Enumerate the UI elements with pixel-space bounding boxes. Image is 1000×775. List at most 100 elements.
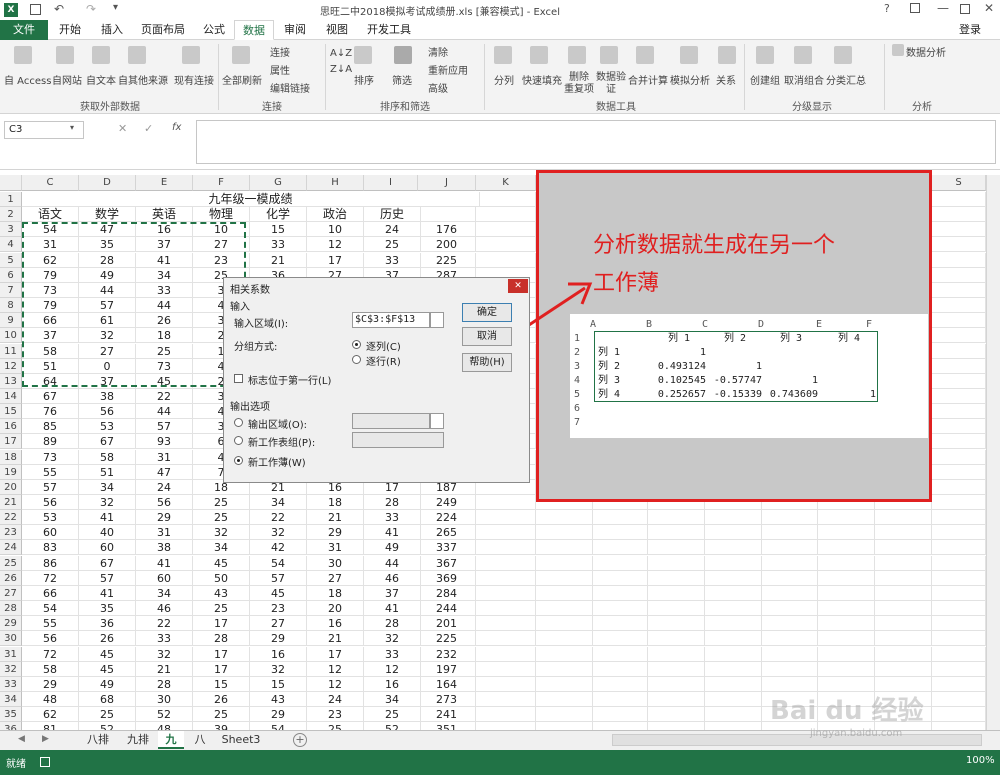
- empty-cell[interactable]: [875, 585, 932, 601]
- empty-cell[interactable]: [476, 707, 536, 723]
- data-validation-button[interactable]: 数据验 证: [596, 72, 626, 96]
- empty-cell[interactable]: [875, 525, 932, 541]
- empty-cell[interactable]: [932, 282, 986, 298]
- empty-cell[interactable]: [932, 252, 986, 268]
- data-cell[interactable]: 56: [22, 495, 79, 510]
- data-cell[interactable]: 83: [22, 540, 79, 556]
- data-cell[interactable]: 32: [136, 646, 193, 662]
- data-cell[interactable]: 56: [79, 404, 136, 420]
- data-cell[interactable]: 29: [22, 676, 79, 692]
- tab-insert[interactable]: 插入: [94, 20, 130, 40]
- column-title-cell[interactable]: 化学: [250, 207, 307, 223]
- maximize-icon[interactable]: [960, 4, 970, 14]
- tab-formulas[interactable]: 公式: [196, 20, 232, 40]
- empty-cell[interactable]: [818, 570, 875, 586]
- empty-cell[interactable]: [593, 601, 648, 617]
- empty-cell[interactable]: [762, 540, 818, 556]
- row-header[interactable]: 32: [0, 661, 22, 677]
- data-cell[interactable]: 24: [136, 479, 193, 495]
- empty-cell[interactable]: [818, 555, 875, 571]
- empty-cell[interactable]: [932, 570, 986, 586]
- data-cell[interactable]: 54: [22, 601, 79, 617]
- data-cell[interactable]: 67: [79, 434, 136, 450]
- row-header[interactable]: 9: [0, 313, 22, 329]
- row-header[interactable]: 7: [0, 282, 22, 298]
- data-cell[interactable]: 55: [22, 616, 79, 632]
- data-cell[interactable]: 15: [250, 222, 307, 238]
- data-cell[interactable]: 17: [193, 616, 250, 632]
- row-header[interactable]: 13: [0, 373, 22, 389]
- data-cell[interactable]: 45: [79, 646, 136, 662]
- column-title-cell[interactable]: 历史: [364, 207, 421, 223]
- empty-cell[interactable]: [593, 616, 648, 632]
- empty-cell[interactable]: [705, 555, 762, 571]
- data-cell[interactable]: 20: [307, 601, 364, 617]
- from-other-sources-button[interactable]: 自其他来源: [118, 72, 168, 87]
- data-cell[interactable]: 34: [136, 585, 193, 601]
- column-title-cell[interactable]: [418, 207, 476, 223]
- data-cell[interactable]: 24: [307, 691, 364, 707]
- data-cell[interactable]: 85: [22, 419, 79, 435]
- data-cell[interactable]: 89: [22, 434, 79, 450]
- row-header[interactable]: 11: [0, 343, 22, 359]
- data-cell[interactable]: 54: [250, 555, 307, 571]
- data-cell[interactable]: 39: [193, 722, 250, 730]
- data-cell[interactable]: 58: [22, 661, 79, 677]
- data-cell[interactable]: 51: [79, 464, 136, 480]
- data-cell[interactable]: 17: [193, 661, 250, 677]
- data-cell[interactable]: 12: [307, 676, 364, 692]
- row-header[interactable]: 19: [0, 464, 22, 480]
- sheet-scroll-right-icon[interactable]: ▶: [42, 734, 49, 744]
- redo-icon[interactable]: ↷: [86, 2, 96, 16]
- sort-az-button[interactable]: A↓Z: [330, 48, 352, 59]
- sheet-tab[interactable]: 九排: [120, 731, 156, 749]
- empty-cell[interactable]: [932, 434, 986, 450]
- data-cell[interactable]: 24: [364, 222, 421, 238]
- empty-cell[interactable]: [818, 631, 875, 647]
- data-cell[interactable]: 17: [307, 646, 364, 662]
- data-cell[interactable]: 41: [79, 585, 136, 601]
- data-cell[interactable]: 49: [79, 676, 136, 692]
- data-cell[interactable]: 17: [193, 646, 250, 662]
- empty-cell[interactable]: [762, 555, 818, 571]
- help-icon[interactable]: ?: [884, 2, 890, 15]
- row-header[interactable]: 34: [0, 691, 22, 707]
- row-header[interactable]: 24: [0, 540, 22, 556]
- column-title-cell[interactable]: 英语: [136, 207, 193, 223]
- empty-cell[interactable]: [705, 616, 762, 632]
- empty-cell[interactable]: [875, 510, 932, 526]
- row-header[interactable]: 1: [0, 192, 22, 207]
- data-cell[interactable]: 265: [418, 525, 476, 541]
- data-cell[interactable]: 44: [364, 555, 421, 571]
- data-cell[interactable]: 26: [193, 691, 250, 707]
- sheet-tab[interactable]: Sheet3: [218, 731, 264, 749]
- empty-cell[interactable]: [875, 616, 932, 632]
- sheet-tab[interactable]: 八: [188, 731, 212, 749]
- data-cell[interactable]: 54: [250, 722, 307, 730]
- empty-cell[interactable]: [593, 570, 648, 586]
- empty-cell[interactable]: [932, 464, 986, 480]
- data-cell[interactable]: 23: [250, 601, 307, 617]
- data-cell[interactable]: 41: [79, 510, 136, 526]
- empty-cell[interactable]: [932, 722, 986, 730]
- formula-input[interactable]: [196, 120, 996, 164]
- empty-cell[interactable]: [648, 540, 705, 556]
- data-cell[interactable]: 41: [136, 555, 193, 571]
- empty-cell[interactable]: [932, 388, 986, 404]
- data-cell[interactable]: 27: [307, 570, 364, 586]
- empty-cell[interactable]: [536, 631, 593, 647]
- empty-cell[interactable]: [818, 601, 875, 617]
- empty-cell[interactable]: [648, 722, 705, 730]
- empty-cell[interactable]: [705, 722, 762, 730]
- empty-cell[interactable]: [705, 707, 762, 723]
- row-header[interactable]: 21: [0, 495, 22, 510]
- data-cell[interactable]: 66: [22, 585, 79, 601]
- data-cell[interactable]: 12: [307, 237, 364, 253]
- remove-duplicates-button[interactable]: 删除 重复项: [564, 72, 594, 96]
- data-cell[interactable]: 36: [79, 616, 136, 632]
- empty-cell[interactable]: [648, 570, 705, 586]
- data-cell[interactable]: 18: [307, 495, 364, 510]
- data-cell[interactable]: 28: [364, 495, 421, 510]
- data-cell[interactable]: 35: [79, 601, 136, 617]
- data-cell[interactable]: 32: [364, 631, 421, 647]
